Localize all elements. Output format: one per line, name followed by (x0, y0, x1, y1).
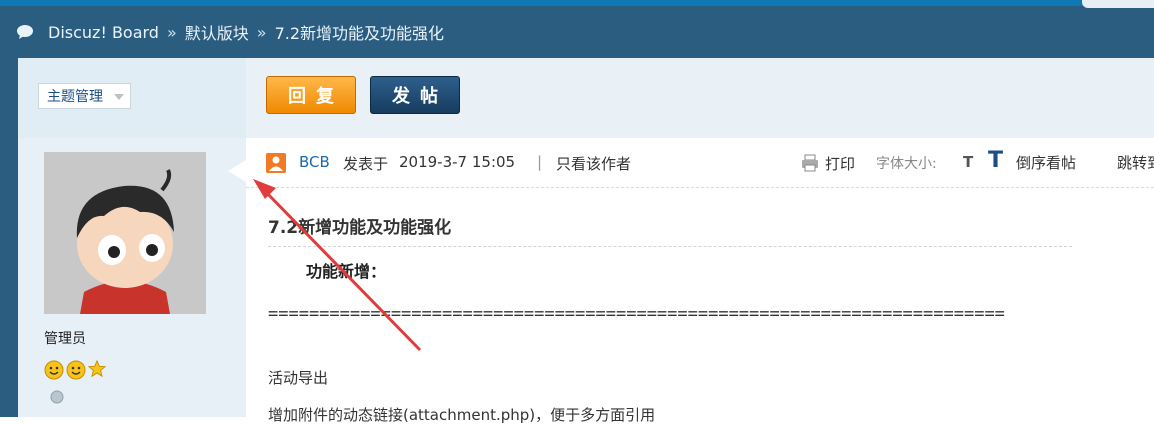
author-link[interactable]: BCB (299, 153, 330, 171)
post-pointer (228, 160, 246, 182)
breadcrumb-separator: » (256, 22, 267, 42)
text-divider: ========================================… (268, 304, 1005, 324)
reverse-order-link[interactable]: 倒序看帖 (1016, 152, 1076, 173)
thread-manage-dropdown[interactable]: 主题管理 (38, 83, 131, 109)
breadcrumb-separator: » (166, 22, 177, 42)
star-rank-icon (88, 360, 106, 378)
printer-icon[interactable] (800, 153, 820, 173)
user-role: 管理员 (44, 331, 86, 347)
post-line: 增加附件的动态链接(attachment.php)，便于多方面引用 (268, 406, 656, 424)
top-bar: Discuz! Board » 默认版块 » 7.2新增功能及功能强化 (0, 0, 1154, 58)
top-stripe (0, 0, 1154, 6)
rank-icons (44, 360, 106, 380)
chevron-down-icon (114, 94, 124, 100)
smiley-rank-icon (66, 360, 86, 380)
section-heading: 功能新增： (306, 262, 387, 281)
title-divider (268, 246, 1072, 247)
breadcrumb-thread[interactable]: 7.2新增功能及功能强化 (275, 20, 444, 44)
avatar[interactable] (44, 152, 206, 314)
jump-to-link[interactable]: 跳转到 (1117, 152, 1154, 173)
chat-bubble-icon (17, 25, 33, 39)
separator: | (537, 153, 543, 171)
breadcrumb: Discuz! Board » 默认版块 » 7.2新增功能及功能强化 (16, 20, 444, 44)
print-link[interactable]: 打印 (825, 153, 855, 174)
post-line: 活动导出 (268, 369, 329, 387)
font-large-button[interactable]: T (988, 148, 1003, 173)
font-size-label: 字体大小: (876, 156, 937, 172)
smiley-rank-icon (44, 360, 64, 380)
only-author-link[interactable]: 只看该作者 (556, 153, 631, 174)
posted-time: 2019-3-7 15:05 (399, 153, 516, 171)
breadcrumb-forum[interactable]: 默认版块 (185, 20, 249, 44)
new-thread-button[interactable]: 发帖 (370, 76, 460, 114)
top-notch (1082, 0, 1154, 8)
posted-label: 发表于 (343, 155, 389, 173)
post-title: 7.2新增功能及功能强化 (268, 218, 452, 238)
reply-button[interactable]: 回复 (266, 76, 356, 114)
user-icon (266, 153, 286, 173)
breadcrumb-site[interactable]: Discuz! Board (48, 23, 159, 42)
online-status-icon (50, 390, 64, 404)
font-small-button[interactable]: T (963, 153, 973, 171)
thread-manage-label: 主题管理 (47, 89, 103, 105)
